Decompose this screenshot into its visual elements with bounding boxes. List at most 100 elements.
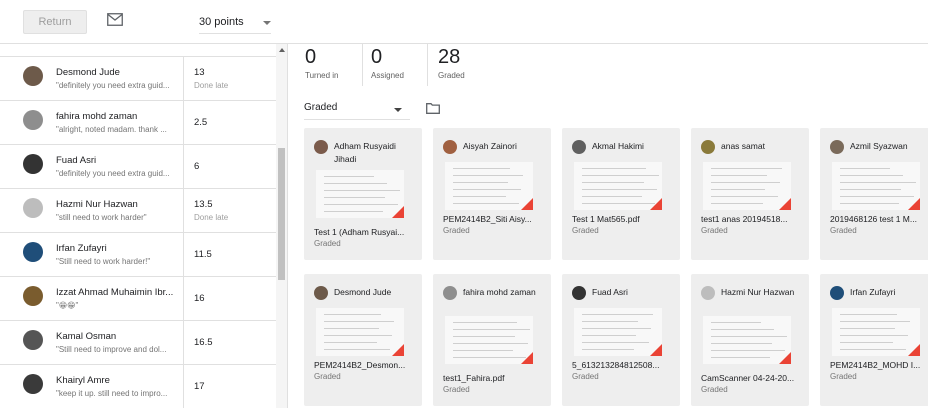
stat-divider bbox=[362, 44, 363, 86]
submission-card[interactable]: anas samat test1 anas 20194518... Graded bbox=[691, 128, 809, 260]
submission-card[interactable]: Aisyah Zainori PEM2414B2_Siti Aisy... Gr… bbox=[433, 128, 551, 260]
grade-value[interactable]: 17 bbox=[194, 381, 205, 392]
attachment-thumbnail[interactable] bbox=[445, 162, 533, 210]
student-name: Hazmi Nur Hazwan bbox=[56, 199, 138, 210]
scroll-thumb[interactable] bbox=[278, 148, 285, 280]
private-comment: "definitely you need extra guid... bbox=[56, 81, 170, 90]
attachment-filename[interactable]: Test 1 (Adham Rusyai... bbox=[314, 227, 418, 237]
grade-value[interactable]: 11.5 bbox=[194, 249, 212, 260]
pdf-corner-icon bbox=[650, 198, 662, 210]
attachment-thumbnail[interactable] bbox=[316, 170, 404, 218]
student-name: Irfan Zufayri bbox=[850, 287, 896, 297]
avatar bbox=[572, 286, 586, 300]
column-divider bbox=[183, 189, 184, 233]
status-badge: Graded bbox=[572, 372, 599, 381]
list-scrollbar[interactable] bbox=[276, 44, 287, 408]
pdf-corner-icon bbox=[908, 344, 920, 356]
avatar bbox=[830, 140, 844, 154]
pdf-corner-icon bbox=[392, 206, 404, 218]
status-badge: Graded bbox=[830, 372, 857, 381]
attachment-filename[interactable]: 2019468126 test 1 M... bbox=[830, 214, 928, 224]
attachment-filename[interactable]: PEM2414B2_Desmon... bbox=[314, 360, 418, 370]
submission-card[interactable]: Azmil Syazwan 2019468126 test 1 M... Gra… bbox=[820, 128, 928, 260]
status-badge: Graded bbox=[443, 226, 470, 235]
private-comment: "definitely you need extra guid... bbox=[56, 169, 170, 178]
column-divider bbox=[183, 365, 184, 408]
attachment-filename[interactable]: test1 anas 20194518... bbox=[701, 214, 805, 224]
student-row[interactable]: Khairyl Amre "keep it up. still need to … bbox=[0, 365, 276, 408]
student-name: fahira mohd zaman bbox=[463, 287, 536, 297]
attachment-thumbnail[interactable] bbox=[832, 308, 920, 356]
grade-value[interactable]: 13.5 bbox=[194, 199, 213, 210]
submission-card[interactable]: Irfan Zufayri PEM2414B2_MOHD I... Graded bbox=[820, 274, 928, 406]
student-name: Kamal Osman bbox=[56, 331, 117, 342]
student-row[interactable]: Izzat Ahmad Muhaimin Ibr... "😁😁" 16 bbox=[0, 277, 276, 321]
submission-card[interactable]: fahira mohd zaman test1_Fahira.pdf Grade… bbox=[433, 274, 551, 406]
stat-label: Turned in bbox=[305, 71, 339, 80]
student-row[interactable]: Desmond Jude "definitely you need extra … bbox=[0, 57, 276, 101]
submission-card[interactable]: Desmond Jude PEM2414B2_Desmon... Graded bbox=[304, 274, 422, 406]
points-value: 30 points bbox=[199, 16, 244, 28]
attachment-thumbnail[interactable] bbox=[574, 308, 662, 356]
return-button[interactable]: Return bbox=[23, 10, 87, 34]
student-name: Fuad Asri bbox=[592, 287, 628, 297]
submission-card[interactable]: Hazmi Nur Hazwan CamScanner 04-24-20... … bbox=[691, 274, 809, 406]
mail-icon[interactable] bbox=[107, 13, 123, 26]
folder-icon[interactable] bbox=[426, 103, 440, 114]
top-toolbar: Return 30 points bbox=[0, 0, 928, 44]
status-filter-dropdown[interactable]: Graded bbox=[304, 102, 410, 120]
student-row[interactable]: fahira mohd zaman "alright, noted madam.… bbox=[0, 101, 276, 145]
attachment-thumbnail[interactable] bbox=[316, 308, 404, 356]
grade-value[interactable]: 13 bbox=[194, 67, 205, 78]
submission-card[interactable]: Fuad Asri 5_613213284812508... Graded bbox=[562, 274, 680, 406]
private-comment: "still need to work harder" bbox=[56, 213, 147, 222]
stat-number: 0 bbox=[305, 46, 317, 68]
attachment-thumbnail[interactable] bbox=[703, 316, 791, 364]
attachment-thumbnail[interactable] bbox=[574, 162, 662, 210]
avatar bbox=[572, 140, 586, 154]
student-name: Hazmi Nur Hazwan bbox=[721, 287, 795, 297]
student-row[interactable]: Hazmi Nur Hazwan "still need to work har… bbox=[0, 189, 276, 233]
attachment-filename[interactable]: PEM2414B2_MOHD I... bbox=[830, 360, 928, 370]
student-name: Azmil Syazwan bbox=[850, 141, 908, 151]
submission-card[interactable]: Akmal Hakimi Test 1 Mat565.pdf Graded bbox=[562, 128, 680, 260]
stat-graded: 28 Graded bbox=[438, 46, 465, 80]
grade-value[interactable]: 16 bbox=[194, 293, 205, 304]
attachment-filename[interactable]: CamScanner 04-24-20... bbox=[701, 373, 805, 383]
attachment-thumbnail[interactable] bbox=[445, 316, 533, 364]
submission-card[interactable]: Adham Rusyaidi Jihadi Test 1 (Adham Rusy… bbox=[304, 128, 422, 260]
avatar bbox=[23, 66, 43, 86]
status-badge: Graded bbox=[314, 239, 341, 248]
stat-number: 0 bbox=[371, 46, 383, 68]
avatar bbox=[443, 140, 457, 154]
student-name: Desmond Jude bbox=[56, 67, 120, 78]
private-comment: "Still need to work harder!" bbox=[56, 257, 151, 266]
attachment-thumbnail[interactable] bbox=[703, 162, 791, 210]
attachment-filename[interactable]: PEM2414B2_Siti Aisy... bbox=[443, 214, 547, 224]
private-comment: "alright, noted madam. thank ... bbox=[56, 125, 167, 134]
late-badge: Done late bbox=[194, 81, 229, 90]
private-comment: "😁😁" bbox=[56, 301, 79, 310]
attachment-thumbnail[interactable] bbox=[832, 162, 920, 210]
pdf-corner-icon bbox=[650, 344, 662, 356]
avatar bbox=[443, 286, 457, 300]
student-row[interactable]: Fuad Asri "definitely you need extra gui… bbox=[0, 145, 276, 189]
grade-value[interactable]: 16.5 bbox=[194, 337, 213, 348]
grade-value[interactable]: 6 bbox=[194, 161, 199, 172]
scroll-up-icon[interactable] bbox=[279, 48, 285, 52]
attachment-filename[interactable]: Test 1 Mat565.pdf bbox=[572, 214, 676, 224]
student-row[interactable]: Irfan Zufayri "Still need to work harder… bbox=[0, 233, 276, 277]
pdf-corner-icon bbox=[779, 352, 791, 364]
grade-value[interactable]: 2.5 bbox=[194, 117, 207, 128]
private-comment: "Still need to improve and dol... bbox=[56, 345, 167, 354]
pdf-corner-icon bbox=[908, 198, 920, 210]
student-name: Akmal Hakimi bbox=[592, 141, 644, 151]
student-name: Khairyl Amre bbox=[56, 375, 110, 386]
student-name: Aisyah Zainori bbox=[463, 141, 517, 151]
pdf-corner-icon bbox=[779, 198, 791, 210]
points-dropdown[interactable]: 30 points bbox=[199, 12, 271, 34]
attachment-filename[interactable]: 5_613213284812508... bbox=[572, 360, 676, 370]
student-row[interactable]: Kamal Osman "Still need to improve and d… bbox=[0, 321, 276, 365]
stat-turned-in: 0 Turned in bbox=[305, 46, 339, 80]
attachment-filename[interactable]: test1_Fahira.pdf bbox=[443, 373, 547, 383]
